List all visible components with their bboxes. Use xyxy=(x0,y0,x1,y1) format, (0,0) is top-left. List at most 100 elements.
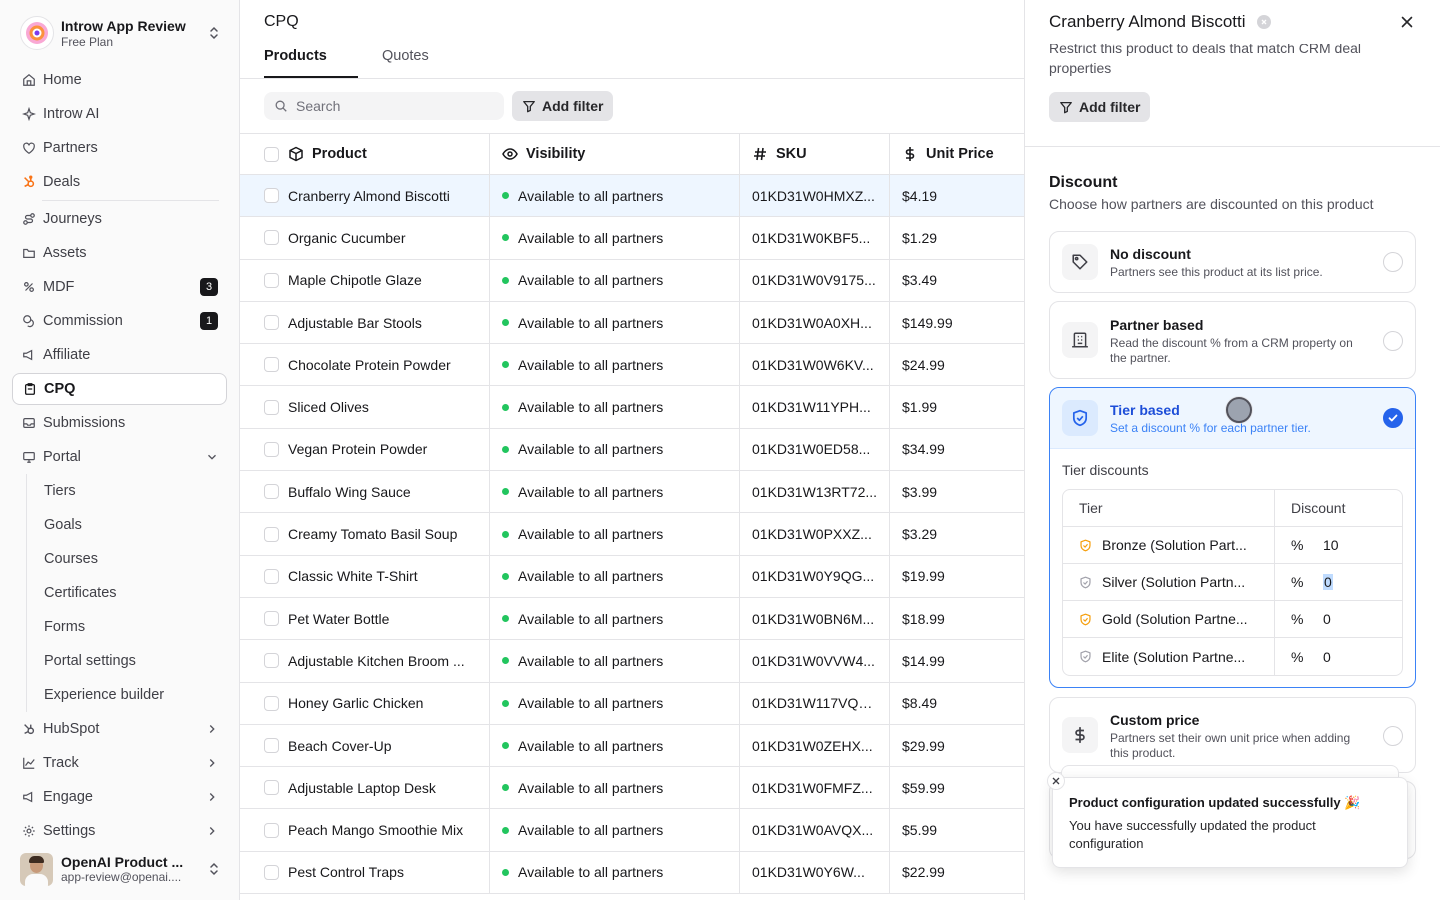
column-header-sku[interactable]: SKU xyxy=(776,146,807,162)
row-checkbox[interactable] xyxy=(264,526,279,542)
row-checkbox[interactable] xyxy=(264,230,279,246)
tier-discount-input[interactable]: % 0 xyxy=(1275,564,1402,600)
table-row[interactable]: Maple Chipotle Glaze Available to all par… xyxy=(240,259,1024,302)
table-row[interactable]: Beach Cover-Up Available to all partners 0… xyxy=(240,724,1024,768)
sidebar-item-forms[interactable]: Forms xyxy=(27,610,227,644)
panel-add-filter-button[interactable]: Add filter xyxy=(1049,92,1151,122)
discount-value[interactable]: 0 xyxy=(1323,649,1331,665)
sidebar-item-introw-ai[interactable]: Introw AI xyxy=(12,97,227,131)
sidebar-item-track[interactable]: Track xyxy=(12,746,227,780)
sidebar-item-assets[interactable]: Assets xyxy=(12,236,227,270)
table-row[interactable]: Classic White T-Shirt Available to all pa… xyxy=(240,555,1024,598)
discount-value[interactable]: 0 xyxy=(1323,611,1331,627)
sku-value: 01KD31W0Y6W... xyxy=(752,864,865,881)
tier-discount-input[interactable]: % 0 xyxy=(1275,601,1402,637)
table-row[interactable]: Adjustable Laptop Desk Available to all p… xyxy=(240,767,1024,810)
chevron-down-icon[interactable] xyxy=(205,450,219,464)
sidebar-item-settings[interactable]: Settings xyxy=(12,814,227,848)
search-input[interactable]: Search xyxy=(264,92,504,120)
row-checkbox[interactable] xyxy=(264,399,279,415)
sku-value: 01KD31W0BN6M... xyxy=(752,610,875,627)
sidebar-item-hubspot[interactable]: HubSpot xyxy=(12,712,227,746)
row-checkbox[interactable] xyxy=(264,188,279,204)
row-checkbox[interactable] xyxy=(264,780,279,796)
table-row[interactable]: Adjustable Bar Stools Available to all pa… xyxy=(240,301,1024,345)
info-icon[interactable] xyxy=(1256,14,1272,30)
table-row[interactable]: Pet Water Bottle Available to all partner… xyxy=(240,597,1024,641)
sidebar-item-experience-builder[interactable]: Experience builder xyxy=(27,678,227,712)
table-row[interactable]: Cranberry Almond Biscotti Available to al… xyxy=(240,175,1024,218)
user-menu[interactable]: OpenAI Product ... app-review@openai.... xyxy=(20,852,222,886)
tab-products[interactable]: Products xyxy=(264,38,358,78)
discount-option-tier[interactable]: Tier based Set a discount % for each par… xyxy=(1049,387,1416,688)
table-row[interactable]: Peach Mango Smoothie Mix Available to all… xyxy=(240,809,1024,852)
sidebar-item-certificates[interactable]: Certificates xyxy=(27,576,227,610)
sidebar-item-mdf[interactable]: MDF 3 xyxy=(12,270,227,304)
row-checkbox[interactable] xyxy=(264,864,279,880)
tier-discount-input[interactable]: % 10 xyxy=(1275,527,1402,563)
sidebar-item-cpq[interactable]: CPQ xyxy=(12,373,227,405)
row-checkbox[interactable] xyxy=(264,315,279,331)
sidebar-item-goals[interactable]: Goals xyxy=(27,508,227,542)
product-name: Classic White T-Shirt xyxy=(288,568,418,585)
row-checkbox[interactable] xyxy=(264,611,279,627)
close-icon[interactable] xyxy=(1399,14,1415,30)
sidebar-item-commission[interactable]: Commission 1 xyxy=(12,304,227,338)
discount-option-none[interactable]: No discount Partners see this product at… xyxy=(1049,231,1416,293)
row-checkbox[interactable] xyxy=(264,653,279,669)
tier-discounts-table: Tier Discount Bronze (Solution Part...% 1… xyxy=(1062,489,1403,676)
discount-title: Discount xyxy=(1049,174,1118,191)
table-row[interactable]: Vegan Protein Powder Available to all par… xyxy=(240,428,1024,472)
column-header-unit-price[interactable]: Unit Price xyxy=(926,146,994,162)
tab-quotes[interactable]: Quotes xyxy=(382,38,429,78)
sidebar-item-journeys[interactable]: Journeys xyxy=(12,202,227,236)
table-row[interactable]: Creamy Tomato Basil Soup Available to all… xyxy=(240,513,1024,556)
table-row[interactable]: Pest Control Traps Available to all partn… xyxy=(240,851,1024,895)
row-checkbox[interactable] xyxy=(264,272,279,288)
sidebar-item-home[interactable]: Home xyxy=(12,63,227,97)
sidebar-item-label: Affiliate xyxy=(43,347,91,363)
row-checkbox[interactable] xyxy=(264,695,279,711)
select-all-checkbox[interactable] xyxy=(264,146,279,162)
radio-no-discount[interactable] xyxy=(1383,252,1403,272)
sidebar-item-portal-settings[interactable]: Portal settings xyxy=(27,644,227,678)
radio-tier-based[interactable] xyxy=(1383,408,1403,428)
discount-value[interactable]: 10 xyxy=(1323,537,1339,553)
sidebar-item-affiliate[interactable]: Affiliate xyxy=(12,338,227,372)
table-row[interactable]: Adjustable Kitchen Broom ... Available to… xyxy=(240,640,1024,683)
table-row[interactable]: Honey Garlic Chicken Available to all par… xyxy=(240,682,1024,725)
toast-close-button[interactable] xyxy=(1047,772,1065,790)
discount-option-custom[interactable]: Custom price Partners set their own unit… xyxy=(1049,697,1416,773)
workspace-logo xyxy=(20,16,54,50)
row-checkbox[interactable] xyxy=(264,822,279,838)
row-checkbox[interactable] xyxy=(264,484,279,500)
row-checkbox[interactable] xyxy=(264,441,279,457)
sidebar-item-tiers[interactable]: Tiers xyxy=(27,474,227,508)
discount-value[interactable]: 0 xyxy=(1323,574,1333,590)
radio-partner-based[interactable] xyxy=(1383,331,1403,351)
tier-discount-input[interactable]: % 0 xyxy=(1275,638,1402,675)
workspace-switcher[interactable]: Introw App Review Free Plan xyxy=(20,14,222,52)
visibility-value: Available to all partners xyxy=(518,610,664,627)
sidebar-item-engage[interactable]: Engage xyxy=(12,780,227,814)
mouse-cursor-indicator xyxy=(1226,397,1252,423)
column-header-visibility[interactable]: Visibility xyxy=(526,146,585,162)
sidebar-item-courses[interactable]: Courses xyxy=(27,542,227,576)
column-header-product[interactable]: Product xyxy=(312,146,367,162)
discount-option-partner[interactable]: Partner based Read the discount % from a… xyxy=(1049,301,1416,379)
status-dot xyxy=(502,868,509,876)
sidebar-item-submissions[interactable]: Submissions xyxy=(12,406,227,440)
sidebar-item-deals[interactable]: Deals xyxy=(12,165,227,199)
row-checkbox[interactable] xyxy=(264,738,279,753)
row-checkbox[interactable] xyxy=(264,357,279,373)
sidebar-item-partners[interactable]: Partners xyxy=(12,131,227,165)
table-row[interactable]: Sliced Olives Available to all partners 01… xyxy=(240,386,1024,429)
sidebar: Introw App Review Free Plan Home Introw … xyxy=(0,0,240,900)
sidebar-item-portal[interactable]: Portal xyxy=(12,440,227,474)
table-row[interactable]: Chocolate Protein Powder Available to all… xyxy=(240,344,1024,387)
add-filter-button[interactable]: Add filter xyxy=(512,91,614,121)
row-checkbox[interactable] xyxy=(264,568,279,584)
radio-custom-price[interactable] xyxy=(1383,726,1403,746)
table-row[interactable]: Buffalo Wing Sauce Available to all partn… xyxy=(240,471,1024,514)
table-row[interactable]: Organic Cucumber Available to all partner… xyxy=(240,217,1024,260)
